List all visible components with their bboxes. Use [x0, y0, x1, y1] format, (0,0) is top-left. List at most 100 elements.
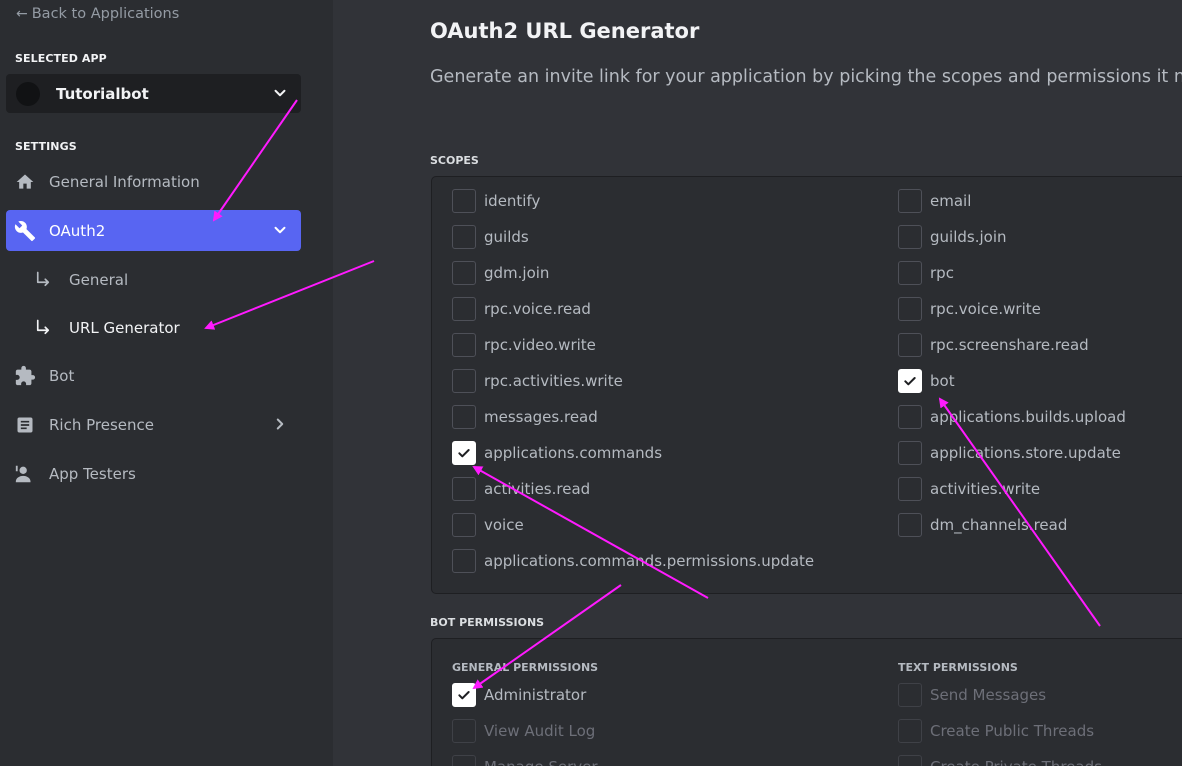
wrench-icon — [14, 220, 36, 242]
checkbox-label: rpc.voice.write — [930, 300, 1041, 318]
app-selector[interactable]: Tutorialbot — [6, 74, 301, 113]
checkbox-box[interactable] — [898, 333, 922, 357]
checkbox-box[interactable] — [452, 549, 476, 573]
checkbox-rpc-video-write[interactable]: rpc.video.write — [452, 333, 596, 357]
checkbox-label: activities.read — [484, 480, 591, 498]
bot-permissions-panel: GENERAL PERMISSIONS TEXT PERMISSIONS Adm… — [431, 638, 1182, 766]
checkbox-label: applications.commands.permissions.update — [484, 552, 815, 570]
page-title: OAuth2 URL Generator — [430, 19, 700, 43]
sidebar-item-label: General Information — [49, 172, 200, 191]
checkbox-box[interactable] — [452, 405, 476, 429]
checkbox-applications-store-update[interactable]: applications.store.update — [898, 441, 1121, 465]
checkbox-box — [898, 755, 922, 766]
checkbox-label: rpc.voice.read — [484, 300, 591, 318]
checkbox-label: rpc — [930, 264, 954, 282]
checkbox-label: guilds — [484, 228, 529, 246]
checkbox-box[interactable] — [898, 225, 922, 249]
checkbox-label: guilds.join — [930, 228, 1007, 246]
sidebar-subitem-url-generator[interactable]: URL Generator — [34, 313, 180, 343]
checkbox-box[interactable] — [452, 261, 476, 285]
sidebar-subitem-label: General — [69, 271, 129, 289]
checkbox-box[interactable] — [452, 225, 476, 249]
checkbox-box — [452, 755, 476, 766]
arrow-left-icon: ← — [16, 6, 28, 22]
sidebar-item-rich-presence[interactable]: Rich Presence — [6, 404, 301, 445]
chevron-down-icon — [274, 226, 286, 234]
checkbox-label: rpc.screenshare.read — [930, 336, 1089, 354]
sidebar-item-oauth2[interactable]: OAuth2 — [6, 210, 301, 251]
checkbox-label: applications.commands — [484, 444, 663, 462]
checkbox-box[interactable] — [452, 477, 476, 501]
checkbox-messages-read[interactable]: messages.read — [452, 405, 598, 429]
sidebar-item-app-testers[interactable]: App Testers — [6, 453, 301, 494]
checkbox-activities-read[interactable]: activities.read — [452, 477, 590, 501]
checkbox-box[interactable] — [898, 441, 922, 465]
home-icon — [14, 171, 36, 193]
checkbox-guilds-join[interactable]: guilds.join — [898, 225, 1007, 249]
checkbox-voice[interactable]: voice — [452, 513, 524, 537]
checkbox-identify[interactable]: identify — [452, 189, 540, 213]
checkbox-label: Send Messages — [930, 686, 1047, 704]
checkbox-email[interactable]: email — [898, 189, 971, 213]
sidebar: ← Back to Applications SELECTED APP Tuto… — [0, 0, 333, 766]
checkbox-box[interactable] — [898, 513, 922, 537]
checkbox-rpc-screenshare-read[interactable]: rpc.screenshare.read — [898, 333, 1089, 357]
page-description: Generate an invite link for your applica… — [430, 67, 1182, 87]
checkbox-applications-commands[interactable]: applications.commands — [452, 441, 662, 465]
checkbox-rpc[interactable]: rpc — [898, 261, 954, 285]
checkbox-label: email — [930, 192, 972, 210]
back-to-applications-link[interactable]: ← Back to Applications — [16, 6, 179, 22]
document-icon — [14, 414, 36, 436]
sidebar-subitem-label: URL Generator — [69, 319, 180, 337]
scopes-heading: SCOPES — [430, 154, 479, 167]
checkbox-checked-icon[interactable] — [452, 683, 476, 707]
checkbox-applications-builds-upload[interactable]: applications.builds.upload — [898, 405, 1126, 429]
checkbox-guilds[interactable]: guilds — [452, 225, 529, 249]
checkbox-create-private-threads: Create Private Threads — [898, 755, 1102, 766]
checkbox-box[interactable] — [898, 405, 922, 429]
checkbox-activities-write[interactable]: activities.write — [898, 477, 1040, 501]
checkbox-label: Create Private Threads — [930, 758, 1102, 766]
app-name: Tutorialbot — [56, 84, 149, 103]
sidebar-item-label: Bot — [49, 366, 75, 385]
checkbox-box[interactable] — [452, 189, 476, 213]
checkbox-box[interactable] — [452, 297, 476, 321]
checkbox-create-public-threads: Create Public Threads — [898, 719, 1094, 743]
checkbox-box — [898, 683, 922, 707]
checkbox-gdm-join[interactable]: gdm.join — [452, 261, 549, 285]
sidebar-item-general-information[interactable]: General Information — [6, 161, 301, 202]
checkbox-label: messages.read — [484, 408, 598, 426]
checkbox-box[interactable] — [452, 513, 476, 537]
checkbox-box[interactable] — [452, 369, 476, 393]
checkbox-bot[interactable]: bot — [898, 369, 955, 393]
checkbox-rpc-voice-write[interactable]: rpc.voice.write — [898, 297, 1041, 321]
checkbox-rpc-voice-read[interactable]: rpc.voice.read — [452, 297, 591, 321]
checkbox-label: identify — [484, 192, 541, 210]
checkbox-label: bot — [930, 372, 955, 390]
checkbox-administrator[interactable]: Administrator — [452, 683, 586, 707]
scopes-panel: identify guilds gdm.join rpc.voice.read rpc.… — [431, 176, 1182, 594]
checkbox-label: rpc.video.write — [484, 336, 596, 354]
checkbox-label: gdm.join — [484, 264, 550, 282]
sidebar-subitem-general[interactable]: General — [34, 265, 128, 295]
checkbox-label: Administrator — [484, 686, 587, 704]
selected-app-heading: SELECTED APP — [15, 52, 107, 65]
checkbox-rpc-activities-write[interactable]: rpc.activities.write — [452, 369, 623, 393]
checkbox-checked-icon[interactable] — [452, 441, 476, 465]
checkbox-box[interactable] — [898, 297, 922, 321]
checkbox-label: View Audit Log — [484, 722, 596, 740]
checkbox-box[interactable] — [452, 333, 476, 357]
sub-arrow-icon — [36, 319, 50, 335]
checkbox-label: rpc.activities.write — [484, 372, 623, 390]
general-permissions-heading: GENERAL PERMISSIONS — [452, 661, 599, 674]
checkbox-box — [452, 719, 476, 743]
checkbox-applications-commands-permissions-update[interactable]: applications.commands.permissions.update — [452, 549, 814, 573]
checkbox-box[interactable] — [898, 261, 922, 285]
checkbox-box[interactable] — [898, 477, 922, 501]
checkbox-box[interactable] — [898, 189, 922, 213]
checkbox-dm-channels-read[interactable]: dm_channels.read — [898, 513, 1067, 537]
sidebar-item-bot[interactable]: Bot — [6, 355, 301, 396]
sub-arrow-icon — [36, 271, 50, 287]
checkbox-manage-server: Manage Server — [452, 755, 598, 766]
checkbox-checked-icon[interactable] — [898, 369, 922, 393]
